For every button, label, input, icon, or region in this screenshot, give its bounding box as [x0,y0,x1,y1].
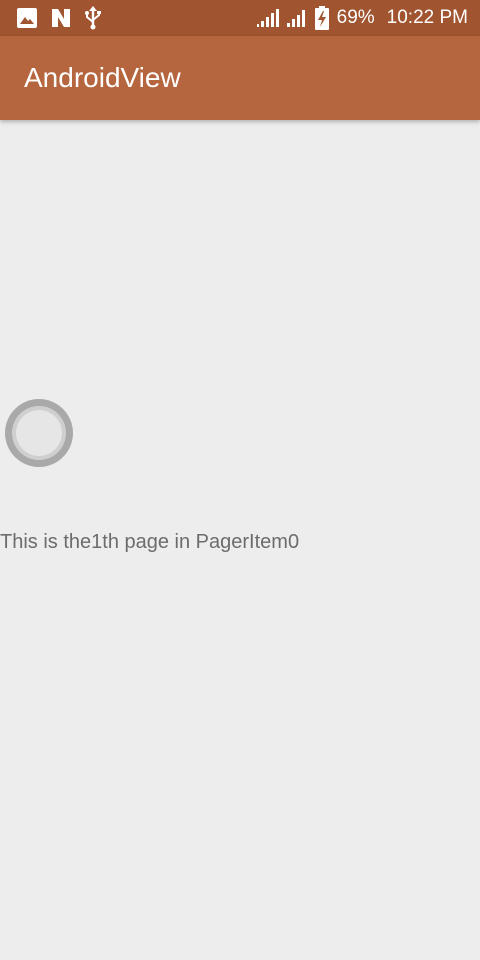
status-right-icons: 69% 10:22 PM [256,6,468,30]
battery-charging-icon [314,6,329,30]
status-left-icons [16,6,102,30]
n-notification-icon [52,9,70,27]
status-bar: 69% 10:22 PM [0,0,480,36]
image-icon [17,8,37,28]
usb-icon [85,6,101,30]
battery-percent: 69% [336,7,375,28]
page-text: This is the1th page in PagerItem0 [0,531,300,553]
radio-button-icon[interactable] [0,394,78,472]
app-bar: AndroidView [0,36,480,120]
screen: 69% 10:22 PM AndroidView This is the1th … [0,0,480,960]
signal-icon [286,10,305,27]
signal-icon [256,9,279,27]
app-title: AndroidView [24,62,181,93]
clock: 10:22 PM [386,7,468,28]
